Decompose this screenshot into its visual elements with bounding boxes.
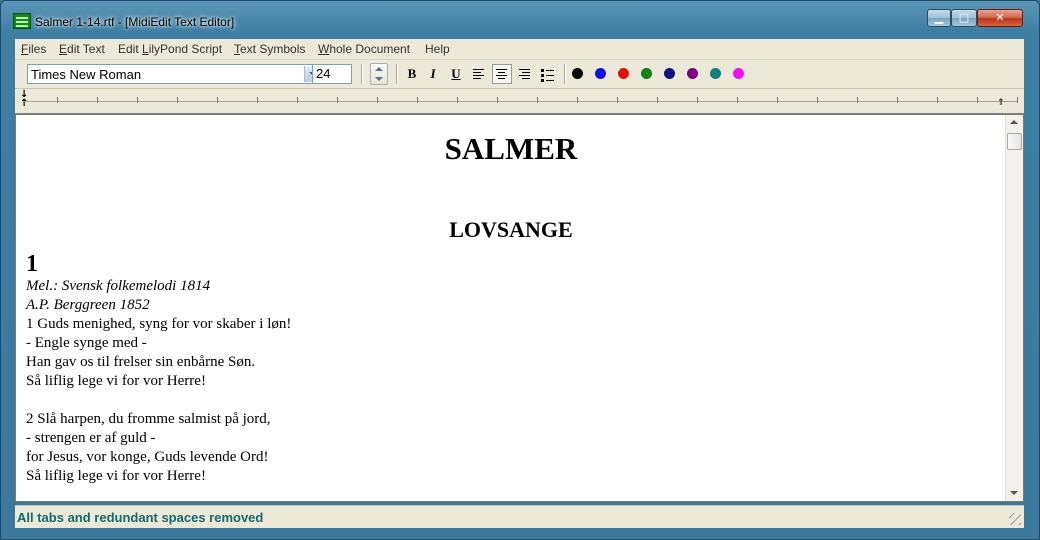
align-left-button[interactable]: [469, 64, 489, 84]
document-line: Mel.: Svensk folkemelodi 1814: [26, 278, 211, 294]
ruler-tick: [377, 97, 378, 103]
menu-whole-document-accel: W: [318, 42, 330, 56]
text-color-swatch[interactable]: [664, 68, 675, 79]
text-editor[interactable]: SALMER LOVSANGE 1 Mel.: Svensk folkemelo…: [15, 114, 1024, 502]
text-color-swatch[interactable]: [595, 68, 606, 79]
text-color-swatch[interactable]: [687, 68, 698, 79]
menu-help[interactable]: Help: [425, 42, 450, 56]
scroll-down-icon[interactable]: [1010, 491, 1018, 495]
menu-edit-lilypond-script[interactable]: Edit LilyPond Script: [118, 42, 222, 56]
menu-bar: Files Edit Text Edit LilyPond Script Tex…: [15, 39, 1024, 60]
scroll-thumb[interactable]: [1007, 133, 1022, 150]
align-right-button[interactable]: [515, 64, 535, 84]
minimize-button[interactable]: ▁: [927, 9, 951, 27]
menu-text-symbols-label: ext Symbols: [240, 42, 306, 56]
ruler[interactable]: ↓ ↑ ⇑: [15, 89, 1024, 114]
ruler-tick: [217, 97, 218, 103]
menu-whole-document[interactable]: Whole Document: [318, 42, 410, 56]
ruler-tick: [137, 97, 138, 103]
menu-files-label: iles: [28, 42, 47, 56]
ruler-tick: [697, 97, 698, 103]
status-message: All tabs and redundant spaces removed: [17, 510, 264, 525]
document-line: 2 Slå harpen, du fromme salmist på jord,: [26, 411, 271, 427]
menu-edit-text-label: dit Text: [67, 42, 105, 56]
menu-edit-lilypond-label: ilyPond Script: [148, 42, 223, 56]
font-size-spinner[interactable]: [370, 63, 388, 85]
menu-text-symbols[interactable]: Text Symbols: [234, 42, 305, 56]
toolbar-separator: [564, 64, 566, 84]
app-window: Salmer 1-14.rtf - [MidiEdit Text Editor]…: [0, 0, 1040, 540]
status-bar: All tabs and redundant spaces removed: [15, 505, 1024, 528]
ruler-baseline: [23, 101, 1018, 102]
ruler-tick: [897, 97, 898, 103]
right-margin-icon[interactable]: ⇑: [997, 99, 1006, 108]
resize-grip-icon[interactable]: [1009, 513, 1021, 525]
text-color-swatch[interactable]: [618, 68, 629, 79]
app-icon[interactable]: [13, 13, 31, 29]
document-line: Så liflig lege vi for vor Herre!: [26, 468, 206, 484]
font-size-input[interactable]: 24: [312, 64, 352, 84]
ruler-tick: [1017, 97, 1018, 103]
bullet-list-button[interactable]: [538, 64, 558, 84]
text-color-swatch[interactable]: [710, 68, 721, 79]
menu-edit-lilypond-prefix: Edit: [118, 42, 143, 56]
tab-stop-icon[interactable]: ↓ ↑: [20, 90, 28, 109]
ruler-tick: [417, 97, 418, 103]
ruler-tick: [857, 97, 858, 103]
text-color-swatch[interactable]: [572, 68, 583, 79]
ruler-tick: [617, 97, 618, 103]
ruler-tick: [297, 97, 298, 103]
ruler-tick: [497, 97, 498, 103]
ruler-tick: [817, 97, 818, 103]
document-line: Han gav os til frelser sin enbårne Søn.: [26, 354, 256, 370]
ruler-tick: [537, 97, 538, 103]
align-center-button[interactable]: [492, 64, 512, 84]
toolbar-separator: [361, 64, 363, 84]
document-line: Så liflig lege vi for vor Herre!: [26, 373, 206, 389]
document-line: A.P. Berggreen 1852: [26, 297, 150, 313]
document-title: SALMER: [444, 131, 578, 166]
menu-edit-lilypond-accel: L: [142, 42, 149, 56]
ruler-tick: [177, 97, 178, 103]
menu-help-label: Help: [425, 42, 450, 56]
bold-button[interactable]: B: [402, 64, 422, 84]
menu-edit-text[interactable]: Edit Text: [59, 42, 105, 56]
window-title: Salmer 1-14.rtf - [MidiEdit Text Editor]: [35, 15, 235, 29]
ruler-tick: [657, 97, 658, 103]
document-line: - strengen er af guld -: [26, 430, 156, 446]
ruler-tick: [257, 97, 258, 103]
ruler-tick: [457, 97, 458, 103]
ruler-tick: [97, 97, 98, 103]
document-line: for Jesus, vor konge, Guds levende Ord!: [26, 449, 269, 465]
ruler-tick: [977, 97, 978, 103]
toolbar-separator: [396, 64, 398, 84]
text-color-swatch[interactable]: [733, 68, 744, 79]
italic-button[interactable]: I: [423, 64, 443, 84]
section-heading: LOVSANGE: [449, 217, 573, 242]
formatting-toolbar: Times New Roman 24 B I U: [15, 60, 1024, 89]
ruler-tick: [737, 97, 738, 103]
text-color-swatch[interactable]: [641, 68, 652, 79]
vertical-scrollbar[interactable]: [1005, 115, 1023, 501]
menu-edit-text-accel: E: [59, 42, 68, 56]
ruler-tick: [937, 97, 938, 103]
document-line: - Engle synge med -: [26, 335, 147, 351]
ruler-tick: [777, 97, 778, 103]
menu-files[interactable]: Files: [21, 42, 46, 56]
ruler-tick: [57, 97, 58, 103]
font-name-select[interactable]: Times New Roman: [27, 64, 322, 84]
maximize-button[interactable]: □: [951, 9, 977, 27]
ruler-tick: [337, 97, 338, 103]
scroll-up-icon[interactable]: [1010, 120, 1018, 124]
hymn-number: 1: [26, 251, 38, 277]
menu-whole-document-label: hole Document: [329, 42, 411, 56]
font-name-value: Times New Roman: [31, 67, 142, 82]
underline-button[interactable]: U: [446, 64, 466, 84]
close-button[interactable]: ✕: [977, 9, 1023, 27]
title-bar[interactable]: Salmer 1-14.rtf - [MidiEdit Text Editor]…: [1, 1, 1039, 35]
ruler-tick: [577, 97, 578, 103]
document-line: 1 Guds menighed, syng for vor skaber i l…: [26, 316, 292, 332]
